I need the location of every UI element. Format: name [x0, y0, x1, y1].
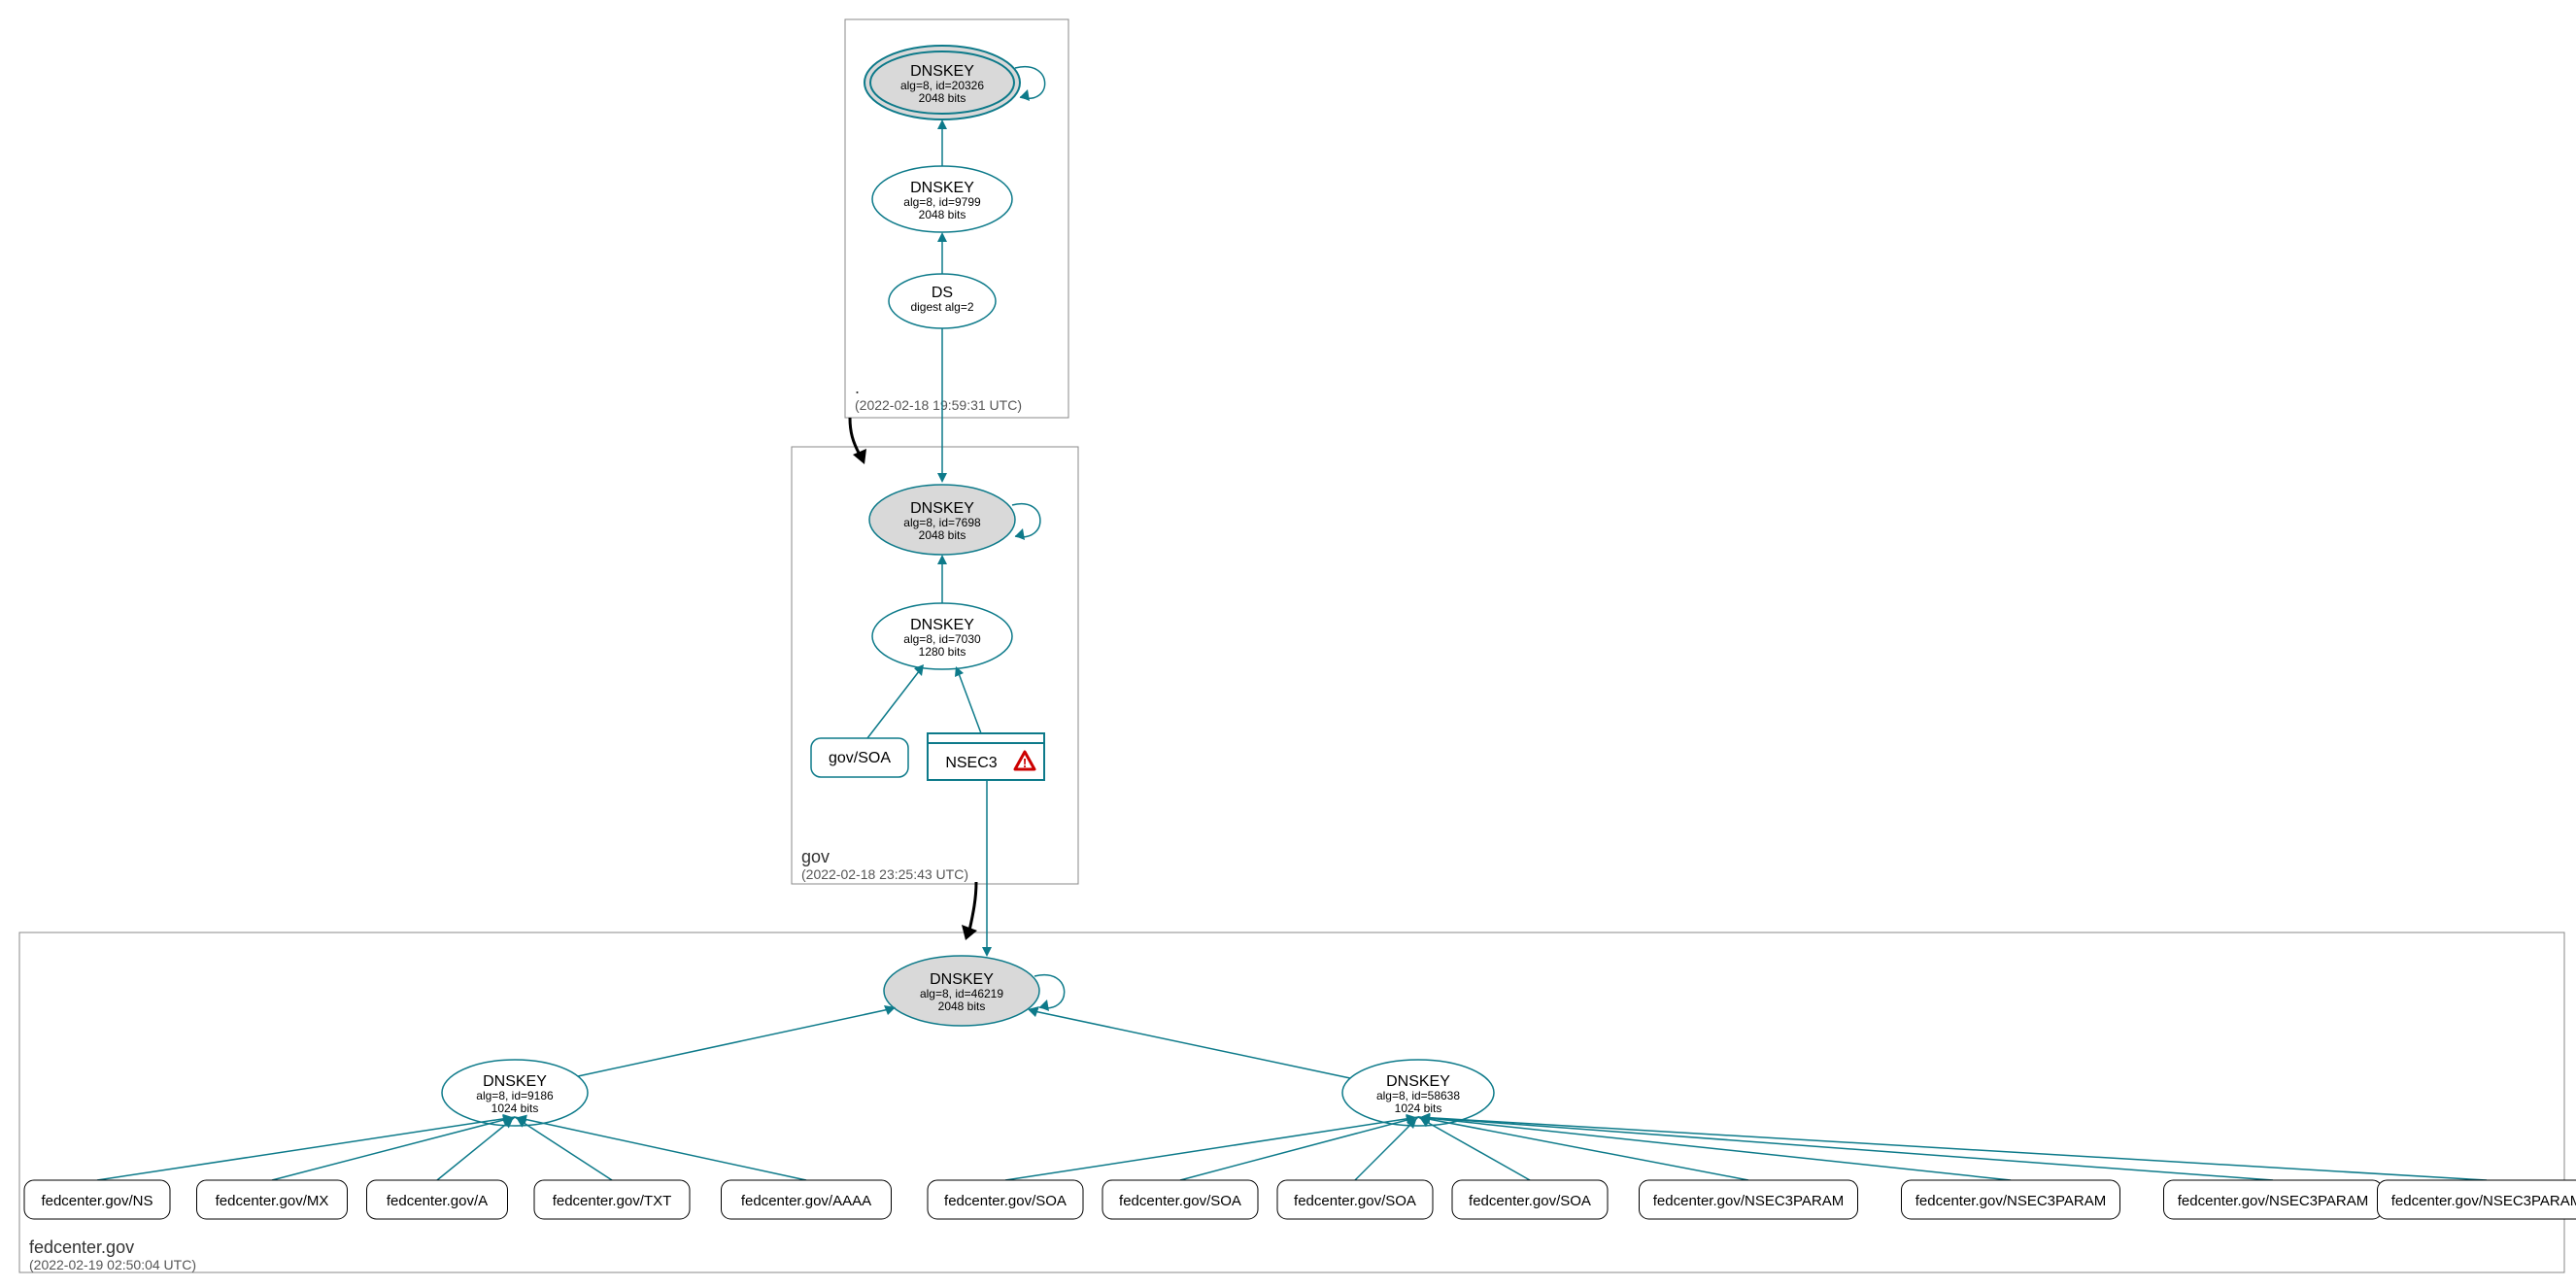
gov-soa-label: gov/SOA [829, 750, 891, 766]
root-ksk-title: DNSKEY [910, 63, 974, 80]
gov-nsec3-node: NSEC3 ! [928, 733, 1044, 780]
self-loop-icon [1012, 504, 1040, 537]
fedcenter-ksk-title: DNSKEY [930, 971, 994, 988]
arrow-icon [1039, 1000, 1049, 1011]
warning-bang-icon: ! [1023, 756, 1027, 770]
arrow-icon [1015, 528, 1025, 540]
gov-ksk-title: DNSKEY [910, 500, 974, 517]
fedcenter-zsk-right-detail: alg=8, id=58638 [1376, 1089, 1460, 1102]
gov-zsk-detail: alg=8, id=7030 [903, 632, 981, 646]
rr-label: fedcenter.gov/NS [41, 1193, 153, 1209]
edge [515, 1117, 806, 1180]
root-ksk-detail: alg=8, id=20326 [900, 79, 984, 92]
edge [1355, 1117, 1418, 1180]
rr-label: fedcenter.gov/A [387, 1193, 488, 1209]
arrow-icon [853, 449, 866, 464]
arrow-icon [937, 232, 947, 242]
gov-zsk-node: DNSKEY alg=8, id=7030 1280 bits [872, 603, 1012, 669]
fedcenter-zsk-left-detail: alg=8, id=9186 [476, 1089, 554, 1102]
root-zsk-detail: alg=8, id=9799 [903, 195, 981, 209]
fedcenter-zsk-right-bits: 1024 bits [1395, 1102, 1442, 1115]
delegation-edge [969, 882, 976, 931]
edge [867, 666, 923, 738]
edge [578, 1008, 894, 1076]
arrow-icon [937, 119, 947, 129]
rr-label: fedcenter.gov/TXT [553, 1193, 672, 1209]
root-ksk-node: DNSKEY alg=8, id=20326 2048 bits [864, 46, 1020, 119]
gov-nsec3-label: NSEC3 [945, 755, 997, 771]
rr-label: fedcenter.gov/AAAA [741, 1193, 871, 1209]
rr-label: fedcenter.gov/NSEC3PARAM [2391, 1193, 2576, 1209]
edge [1030, 1010, 1350, 1078]
fedcenter-ksk-bits: 2048 bits [938, 1000, 986, 1013]
edge [957, 668, 981, 733]
root-zsk-title: DNSKEY [910, 180, 974, 196]
zone-label-fedcenter: fedcenter.gov [29, 1237, 134, 1257]
fedcenter-zsk-left-node: DNSKEY alg=8, id=9186 1024 bits [442, 1060, 588, 1126]
edge [515, 1117, 612, 1180]
zone-label-gov: gov [801, 847, 830, 866]
edge [1418, 1117, 2487, 1180]
zone-ts-root: (2022-02-18 19:59:31 UTC) [855, 397, 1022, 413]
fedcenter-zsk-right-title: DNSKEY [1386, 1073, 1450, 1090]
edge [1005, 1117, 1418, 1180]
edge [1418, 1117, 2273, 1180]
zone-ts-fedcenter: (2022-02-19 02:50:04 UTC) [29, 1257, 196, 1272]
root-zsk-node: DNSKEY alg=8, id=9799 2048 bits [872, 166, 1012, 232]
rr-label: fedcenter.gov/NSEC3PARAM [1653, 1193, 1844, 1209]
arrow-icon [937, 555, 947, 564]
rr-label: fedcenter.gov/NSEC3PARAM [2178, 1193, 2368, 1209]
fedcenter-ksk-detail: alg=8, id=46219 [920, 987, 1003, 1000]
root-ds-title: DS [932, 285, 953, 301]
arrow-icon [1020, 89, 1030, 101]
rr-label: fedcenter.gov/SOA [1294, 1193, 1416, 1209]
gov-ksk-node: DNSKEY alg=8, id=7698 2048 bits [869, 485, 1015, 555]
arrow-icon [982, 947, 992, 957]
root-ksk-bits: 2048 bits [919, 91, 966, 105]
rr-label: fedcenter.gov/SOA [1119, 1193, 1241, 1209]
gov-ksk-bits: 2048 bits [919, 528, 966, 542]
arrow-icon [937, 473, 947, 483]
root-ds-node: DS digest alg=2 [889, 274, 996, 328]
fedcenter-ksk-node: DNSKEY alg=8, id=46219 2048 bits [884, 956, 1039, 1026]
root-ds-detail: digest alg=2 [910, 300, 973, 314]
fedcenter-zsk-left-title: DNSKEY [483, 1073, 547, 1090]
root-zsk-bits: 2048 bits [919, 208, 966, 221]
gov-zsk-title: DNSKEY [910, 617, 974, 633]
zone-box-fedcenter [19, 932, 2564, 1272]
zone-ts-gov: (2022-02-18 23:25:43 UTC) [801, 866, 968, 882]
gov-zsk-bits: 1280 bits [919, 645, 966, 659]
edge [1418, 1117, 2011, 1180]
fedcenter-zsk-left-bits: 1024 bits [491, 1102, 539, 1115]
zone-label-root: . [855, 378, 860, 397]
fedcenter-zsk-right-node: DNSKEY alg=8, id=58638 1024 bits [1342, 1060, 1494, 1126]
delegation-edge [850, 418, 860, 455]
rr-label: fedcenter.gov/SOA [944, 1193, 1067, 1209]
rr-label: fedcenter.gov/NSEC3PARAM [1915, 1193, 2106, 1209]
rr-label: fedcenter.gov/MX [216, 1193, 329, 1209]
gov-ksk-detail: alg=8, id=7698 [903, 516, 981, 529]
rr-label: fedcenter.gov/SOA [1469, 1193, 1591, 1209]
